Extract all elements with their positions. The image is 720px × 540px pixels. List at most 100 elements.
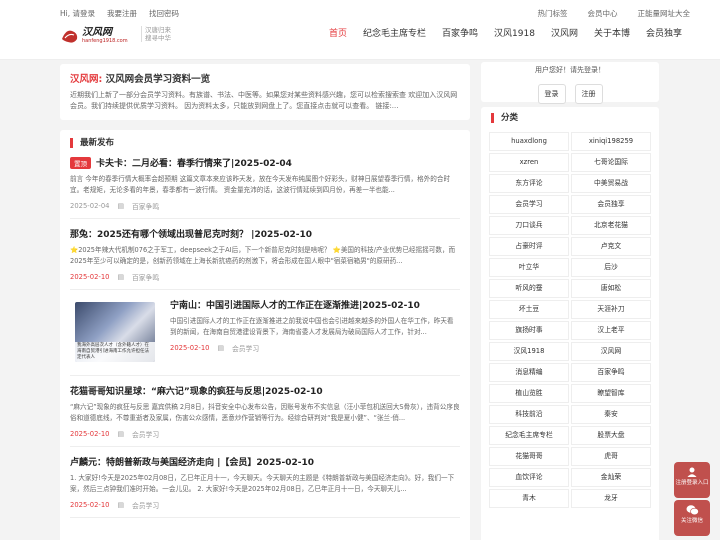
- logo-domain: hanfeng1918.com: [82, 38, 128, 44]
- category-item[interactable]: 会员独享: [571, 195, 651, 214]
- category-item[interactable]: 东方评论: [489, 174, 569, 193]
- categories-title: 分类: [491, 113, 649, 123]
- article-meta: 2025-02-10 ▤ 会员学习: [70, 429, 460, 439]
- register-link[interactable]: 我要注册: [107, 8, 137, 19]
- category-item[interactable]: 虎哥: [571, 447, 651, 466]
- thumbnail-caption: 我海外高层次人才（含外籍人才）在海南自贸港引进海南工作允许担任法定代表人: [75, 342, 155, 362]
- category-item[interactable]: 消息精编: [489, 363, 569, 382]
- latest-posts: 最新发布 置顶 卡夫卡：二月必看：春季行情来了|2025-02-04 前言 今年…: [60, 130, 470, 540]
- folder-icon: ▤: [117, 501, 124, 509]
- article-date: 2025-02-10: [170, 344, 210, 352]
- article-date: 2025-02-10: [70, 273, 110, 281]
- article-category[interactable]: 会员学习: [232, 343, 259, 353]
- category-item[interactable]: 科技前沿: [489, 405, 569, 424]
- nav-members[interactable]: 会员独享: [638, 26, 690, 46]
- category-item[interactable]: 花猫哥哥: [489, 447, 569, 466]
- sites-directory-link[interactable]: 正能量网址大全: [638, 8, 691, 19]
- article-date: 2025-02-10: [70, 501, 110, 509]
- login-buttons: 登录 注册: [481, 84, 659, 104]
- site-logo[interactable]: 汉风网 hanfeng1918.com: [60, 26, 142, 46]
- intro-title[interactable]: 汉风网: 汉风网会员学习资料一览: [70, 71, 460, 85]
- category-item[interactable]: 唐如松: [571, 279, 651, 298]
- intro-site-label: 汉风网:: [70, 74, 103, 85]
- login-button[interactable]: 登录: [537, 84, 566, 104]
- article-excerpt: 前言 今年的春季行情大概率会超预期 这篇文章本来应该昨天发，放在今天发布纯属图个…: [70, 175, 451, 194]
- logo-text: 汉风网 hanfeng1918.com: [82, 28, 128, 44]
- article-excerpt: “麻六记”现象的疯狂与反思 嘉宾供稿 2月8日，抖音安全中心发布公告，因账号发布…: [70, 403, 460, 422]
- category-item[interactable]: 中美贸易战: [571, 174, 651, 193]
- category-item[interactable]: 汉风网: [571, 342, 651, 361]
- top-bar-right: 热门标签 会员中心 正能量网址大全: [538, 8, 691, 19]
- category-item[interactable]: xiniqi198259: [571, 132, 651, 151]
- article-category[interactable]: 会员学习: [132, 429, 159, 439]
- article-excerpt: 中国引进国际人才的工作正在逐渐推进之前我说中国也会引进越来越多的外国人在华工作，…: [170, 317, 454, 336]
- article-category[interactable]: 百家争鸣: [132, 272, 159, 282]
- member-center-link[interactable]: 会员中心: [588, 8, 618, 19]
- category-item[interactable]: xzren: [489, 153, 569, 172]
- category-item[interactable]: 汉风1918: [489, 342, 569, 361]
- category-item[interactable]: 七哥论国际: [571, 153, 651, 172]
- login-message: 用户您好！请先登录！: [535, 66, 605, 74]
- top-bar: Hi, 请登录 我要注册 找回密码 热门标签 会员中心 正能量网址大全: [0, 0, 720, 26]
- nav-mao-column[interactable]: 纪念毛主席专栏: [355, 26, 434, 46]
- category-item[interactable]: 植山览胜: [489, 384, 569, 403]
- user-icon: [687, 467, 697, 477]
- article-meta: 2025-02-10 ▤ 百家争鸣: [70, 272, 460, 282]
- nav-hanfeng1918[interactable]: 汉风1918: [486, 26, 543, 46]
- nav-hanfeng[interactable]: 汉风网: [543, 26, 586, 46]
- category-item[interactable]: 刀口谈兵: [489, 216, 569, 235]
- nav-about[interactable]: 关于本博: [586, 26, 638, 46]
- folder-icon: ▤: [117, 430, 124, 438]
- article-category[interactable]: 会员学习: [132, 500, 159, 510]
- login-link[interactable]: Hi, 请登录: [60, 8, 95, 19]
- category-item[interactable]: 汉上老平: [571, 321, 651, 340]
- article-meta: 2025-02-10 ▤ 会员学习: [170, 343, 460, 353]
- category-item[interactable]: 听风的蚕: [489, 279, 569, 298]
- article-title[interactable]: 那兔：2025还有哪个领域出现普尼克时刻？ |2025-02-10: [70, 227, 460, 240]
- hot-tags-link[interactable]: 热门标签: [538, 8, 568, 19]
- float-follow-button[interactable]: 关注微信: [674, 500, 710, 536]
- category-item[interactable]: 叶立华: [489, 258, 569, 277]
- category-item[interactable]: 血饮评论: [489, 468, 569, 487]
- logo-emblem-icon: [62, 30, 78, 43]
- category-item[interactable]: 旗扬时事: [489, 321, 569, 340]
- article-category[interactable]: 百家争鸣: [132, 201, 159, 211]
- article-title[interactable]: 花猫哥哥知识星球：“麻六记”现象的疯狂与反思|2025-02-10: [70, 384, 460, 397]
- category-item[interactable]: 北京老花猫: [571, 216, 651, 235]
- float-follow-label: 关注微信: [680, 518, 703, 524]
- category-item[interactable]: 瞭望智库: [571, 384, 651, 403]
- nav-home[interactable]: 首页: [321, 26, 355, 46]
- nav-contention[interactable]: 百家争鸣: [434, 26, 486, 46]
- register-button[interactable]: 注册: [574, 84, 603, 104]
- latest-title: 最新发布: [70, 138, 460, 148]
- recover-password-link[interactable]: 找回密码: [149, 8, 179, 19]
- article-thumbnail[interactable]: 我海外高层次人才（含外籍人才）在海南自贸港引进海南工作允许担任法定代表人: [75, 302, 155, 362]
- category-item[interactable]: 纪念毛主席专栏: [489, 426, 569, 445]
- pinned-badge: 置顶: [70, 156, 91, 169]
- categories-grid: huaxdlong xiniqi198259 xzren 七哥论国际 东方评论 中美贸易战…: [489, 132, 651, 508]
- category-item[interactable]: 会员学习: [489, 195, 569, 214]
- folder-icon: ▤: [217, 344, 224, 352]
- article-date: 2025-02-04: [70, 202, 110, 210]
- category-item[interactable]: 坏土豆: [489, 300, 569, 319]
- category-item[interactable]: 龙牙: [571, 489, 651, 508]
- category-item[interactable]: 秦安: [571, 405, 651, 424]
- wechat-icon: [686, 505, 699, 516]
- article-meta: 2025-02-04 ▤ 百家争鸣: [70, 201, 460, 211]
- intro-card: 汉风网: 汉风网会员学习资料一览 近期我们上新了一部分会员学习资料。有族谱、书法…: [60, 64, 470, 120]
- category-item[interactable]: huaxdlong: [489, 132, 569, 151]
- article-title[interactable]: 宁南山：中国引进国际人才的工作正在逐渐推进|2025-02-10: [170, 298, 460, 311]
- category-item[interactable]: 天涯补刀: [571, 300, 651, 319]
- top-bar-left: Hi, 请登录 我要注册 找回密码: [60, 8, 179, 19]
- site-header: 汉风网 hanfeng1918.com 汉唐归来 搜寻中华 首页 纪念毛主席专栏…: [0, 26, 720, 60]
- category-item[interactable]: 青木: [489, 489, 569, 508]
- category-item[interactable]: 金灿荣: [571, 468, 651, 487]
- category-item[interactable]: 股票大盘: [571, 426, 651, 445]
- article-title[interactable]: 置顶 卡夫卡：二月必看：春季行情来了|2025-02-04: [70, 156, 460, 169]
- category-item[interactable]: 百家争鸣: [571, 363, 651, 382]
- float-register-button[interactable]: 注册登录入口: [674, 462, 710, 498]
- category-item[interactable]: 卢克文: [571, 237, 651, 256]
- category-item[interactable]: 占豪时评: [489, 237, 569, 256]
- category-item[interactable]: 后沙: [571, 258, 651, 277]
- article-title[interactable]: 卢麟元：特朗普新政与美国经济走向 |【会员】2025-02-10: [70, 455, 460, 468]
